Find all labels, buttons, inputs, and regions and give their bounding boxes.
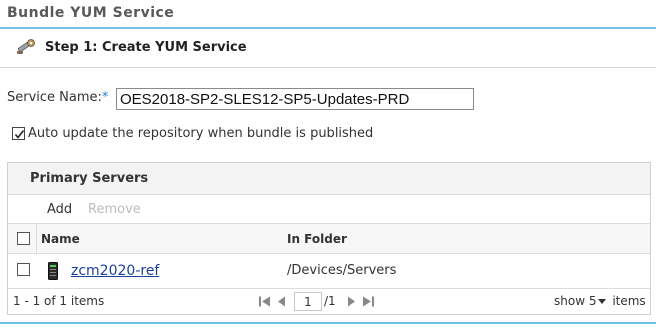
pager: 1 - 1 of 1 items /1 show 5 items: [8, 289, 650, 314]
select-all-checkbox[interactable]: [17, 232, 30, 245]
previous-page-icon[interactable]: [276, 296, 288, 307]
required-marker: *: [101, 90, 109, 105]
table-row: zcm2020-ref /Devices/Servers: [8, 254, 650, 289]
bottom-divider: [0, 322, 656, 324]
page-size-value[interactable]: 5: [589, 294, 597, 308]
server-device-icon: [48, 262, 58, 280]
page-header: Bundle YUM Service: [0, 0, 656, 29]
row-checkbox[interactable]: [17, 263, 30, 276]
page-size-control: show 5 items: [554, 294, 646, 308]
column-divider: [36, 224, 37, 254]
service-name-input[interactable]: [116, 88, 474, 110]
remove-button: Remove: [88, 202, 141, 217]
page-total: /1: [324, 294, 336, 308]
items-label: items: [612, 294, 646, 308]
primary-servers-panel: Primary Servers Add Remove Name In Folde…: [7, 162, 651, 315]
column-header-name[interactable]: Name: [41, 232, 80, 246]
checkmark-icon: [14, 130, 25, 139]
server-link[interactable]: zcm2020-ref: [71, 263, 159, 279]
panel-header: Primary Servers: [8, 163, 650, 195]
next-page-icon[interactable]: [345, 296, 357, 307]
page-title: Bundle YUM Service: [7, 5, 175, 21]
first-page-icon[interactable]: [259, 296, 271, 307]
caret-down-icon[interactable]: [598, 299, 607, 304]
panel-title: Primary Servers: [30, 171, 149, 186]
auto-update-label: Auto update the repository when bundle i…: [28, 126, 374, 141]
wrench-icon: [15, 39, 37, 57]
step-bar: Step 1: Create YUM Service: [0, 29, 656, 68]
page-number-input[interactable]: [294, 292, 322, 311]
column-header-folder[interactable]: In Folder: [287, 232, 347, 246]
table-header: Name In Folder: [8, 224, 650, 254]
server-folder: /Devices/Servers: [287, 263, 397, 278]
show-label: show: [554, 294, 586, 308]
last-page-icon[interactable]: [362, 296, 374, 307]
panel-toolbar: Add Remove: [8, 195, 650, 224]
pager-count: 1 - 1 of 1 items: [13, 294, 105, 308]
auto-update-checkbox[interactable]: [12, 127, 25, 140]
add-button[interactable]: Add: [47, 202, 72, 217]
service-name-label: Service Name:*: [7, 90, 108, 105]
step-title: Step 1: Create YUM Service: [45, 40, 247, 55]
service-name-label-text: Service Name:: [7, 90, 102, 105]
